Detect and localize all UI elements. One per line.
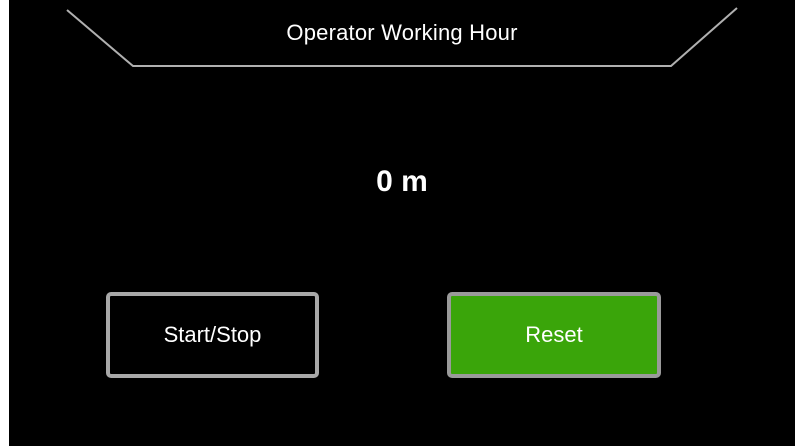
operator-hour-screen: Operator Working Hour 0 m Start/Stop Res… <box>9 0 795 446</box>
page-title: Operator Working Hour <box>286 20 518 45</box>
working-hour-value: 0 m <box>376 165 428 198</box>
reset-label: Reset <box>525 322 583 347</box>
reset-button[interactable]: Reset <box>447 292 661 378</box>
start-stop-button[interactable]: Start/Stop <box>106 292 319 378</box>
start-stop-label: Start/Stop <box>163 322 262 347</box>
